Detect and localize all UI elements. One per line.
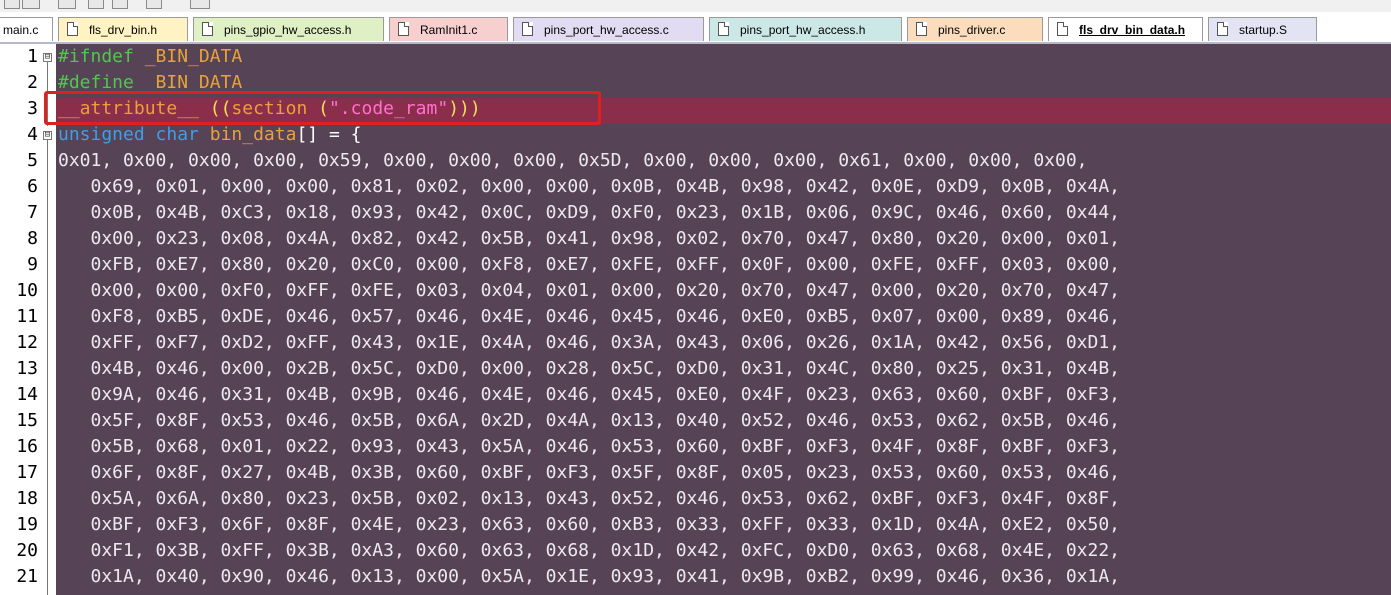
- line-number: 6: [27, 176, 38, 197]
- fold-toggle-icon[interactable]: ⊟: [43, 53, 52, 62]
- code-line-data: 0x4B, 0x46, 0x00, 0x2B, 0x5C, 0xD0, 0x00…: [58, 358, 1121, 379]
- preprocessor-directive: #define: [58, 72, 134, 93]
- line-number: 19: [16, 514, 38, 535]
- tab-label: fls_drv_bin_data.h: [1079, 23, 1186, 37]
- line-number: 15: [16, 410, 38, 431]
- code-line-data: 0x9A, 0x46, 0x31, 0x4B, 0x9B, 0x46, 0x4E…: [58, 384, 1121, 405]
- line-number: 3: [27, 98, 38, 119]
- file-icon: [522, 22, 533, 36]
- tab-label: pins_port_hw_access.h: [740, 23, 866, 37]
- tab-pins-port-hw-access-c[interactable]: pins_port_hw_access.c: [513, 17, 704, 41]
- toolbar-button[interactable]: [22, 0, 40, 9]
- code-line-data: 0x5F, 0x8F, 0x53, 0x46, 0x5B, 0x6A, 0x2D…: [58, 410, 1121, 431]
- line-number: 7: [27, 202, 38, 223]
- tab-label: pins_port_hw_access.c: [544, 23, 669, 37]
- code-line-data: 0x5B, 0x68, 0x01, 0x22, 0x93, 0x43, 0x5A…: [58, 436, 1121, 457]
- tab-fls-drv-bin-h[interactable]: fls_drv_bin.h: [58, 17, 188, 41]
- toolbar-button[interactable]: [58, 0, 76, 9]
- tab-pins-gpio-hw-access-h[interactable]: pins_gpio_hw_access.h: [193, 17, 384, 41]
- fold-toggle-icon[interactable]: ⊟: [43, 131, 52, 140]
- code-line-data: 0x00, 0x23, 0x08, 0x4A, 0x82, 0x42, 0x5B…: [58, 228, 1121, 249]
- line-number: 12: [16, 332, 38, 353]
- tab-label: startup.S: [1239, 23, 1288, 37]
- tab-main-c[interactable]: main.c: [0, 17, 53, 41]
- tab-label: RamInit1.c: [420, 23, 478, 37]
- code-line-2: #define _BIN_DATA: [58, 72, 242, 93]
- code-line-data: 0x1A, 0x40, 0x90, 0x46, 0x13, 0x00, 0x5A…: [58, 566, 1121, 587]
- line-number: 1: [27, 46, 38, 67]
- code-line-data: 0xF1, 0x3B, 0xFF, 0x3B, 0xA3, 0x60, 0x63…: [58, 540, 1121, 561]
- toolbar-button[interactable]: [112, 0, 128, 9]
- line-number: 2: [27, 72, 38, 93]
- code-line-data: 0x5A, 0x6A, 0x80, 0x23, 0x5B, 0x02, 0x13…: [58, 488, 1121, 509]
- macro-name: _BIN_DATA: [144, 72, 243, 93]
- tab-raminit1-c[interactable]: RamInit1.c: [389, 17, 508, 41]
- file-icon: [916, 22, 927, 36]
- code-line-data: 0x00, 0x00, 0xF0, 0xFF, 0xFE, 0x03, 0x04…: [58, 280, 1121, 301]
- code-editor[interactable]: 1 2 3 4 5 6 7 8 9 10 11 12 13 14 15 16 17 18 19 20 21 ⊟ ⊟ #ifn…: [0, 44, 1391, 595]
- line-number: 9: [27, 254, 38, 275]
- line-number: 20: [16, 540, 38, 561]
- code-line-data: 0x01, 0x00, 0x00, 0x00, 0x59, 0x00, 0x00…: [58, 150, 1088, 171]
- tab-pins-port-hw-access-h[interactable]: pins_port_hw_access.h: [709, 17, 902, 41]
- tab-label: main.c: [3, 23, 39, 37]
- toolbar-button[interactable]: [4, 0, 20, 9]
- line-number-gutter: 1 2 3 4 5 6 7 8 9 10 11 12 13 14 15 16 17 18 19 20 21 ⊟ ⊟: [0, 44, 56, 595]
- line-number: 18: [16, 488, 38, 509]
- tab-startup-s[interactable]: startup.S: [1208, 17, 1317, 41]
- preprocessor-directive: #ifndef: [58, 46, 134, 67]
- file-icon: [202, 22, 213, 36]
- line-number: 21: [16, 566, 38, 587]
- tab-fls-drv-bin-data-h[interactable]: fls_drv_bin_data.h: [1048, 17, 1203, 41]
- line-number: 16: [16, 436, 38, 457]
- code-line-data: 0xFF, 0xF7, 0xD2, 0xFF, 0x43, 0x1E, 0x4A…: [58, 332, 1121, 353]
- array-identifier: bin_data: [209, 124, 297, 145]
- macro-name: _BIN_DATA: [144, 46, 243, 67]
- array-declarator: [] = {: [296, 124, 362, 145]
- type-keyword: char: [155, 124, 199, 145]
- file-icon: [1057, 22, 1068, 36]
- code-line-data: 0xF8, 0xB5, 0xDE, 0x46, 0x57, 0x46, 0x4E…: [58, 306, 1121, 327]
- tab-label: fls_drv_bin.h: [89, 23, 158, 37]
- toolbar: [0, 0, 1391, 12]
- line-number: 8: [27, 228, 38, 249]
- file-icon: [718, 22, 729, 36]
- toolbar-button[interactable]: [88, 0, 104, 9]
- file-icon: [398, 22, 409, 36]
- tab-pins-driver-c[interactable]: pins_driver.c: [907, 17, 1043, 41]
- file-icon: [67, 22, 78, 36]
- toolbar-button[interactable]: [146, 0, 162, 9]
- tab-label: pins_driver.c: [938, 23, 1006, 37]
- type-keyword: unsigned: [58, 124, 145, 145]
- file-tab-bar: main.c fls_drv_bin.h pins_gpio_hw_access.h…: [0, 12, 1391, 44]
- code-line-data: 0x6F, 0x8F, 0x27, 0x4B, 0x3B, 0x60, 0xBF…: [58, 462, 1121, 483]
- line-number: 14: [16, 384, 38, 405]
- code-line-data: 0xFB, 0xE7, 0x80, 0x20, 0xC0, 0x00, 0xF8…: [58, 254, 1121, 275]
- line-number: 4: [27, 124, 38, 145]
- line-number: 5: [27, 150, 38, 171]
- line-number: 13: [16, 358, 38, 379]
- tab-label: pins_gpio_hw_access.h: [224, 23, 352, 37]
- code-line-data: 0x0B, 0x4B, 0xC3, 0x18, 0x93, 0x42, 0x0C…: [58, 202, 1121, 223]
- line-number: 10: [16, 280, 38, 301]
- code-line-data: 0x69, 0x01, 0x00, 0x00, 0x81, 0x02, 0x00…: [58, 176, 1121, 197]
- code-line-1: #ifndef _BIN_DATA: [58, 46, 242, 67]
- file-icon: [1217, 22, 1228, 36]
- code-line-4: unsigned char bin_data[] = {: [58, 124, 361, 145]
- annotation-highlight-box: [44, 91, 601, 125]
- line-number: 17: [16, 462, 38, 483]
- toolbar-button[interactable]: [190, 0, 210, 9]
- code-line-data: 0xBF, 0xF3, 0x6F, 0x8F, 0x4E, 0x23, 0x63…: [58, 514, 1121, 535]
- fold-guide: [47, 140, 48, 595]
- line-number: 11: [16, 306, 38, 327]
